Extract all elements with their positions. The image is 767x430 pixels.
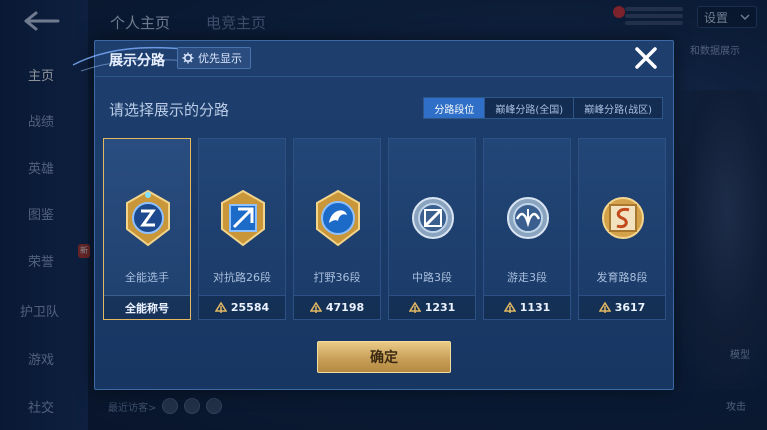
lane-cards: 全能选手 全能称号 对抗路26段 25584 打野36段 47198 中路3段 … (103, 138, 667, 320)
lane-footer-value: 1231 (424, 301, 456, 314)
lane-footer: 1231 (389, 295, 475, 319)
lane-name: 发育路8段 (596, 271, 648, 284)
lane-name: 全能选手 (125, 271, 169, 284)
rank-points-icon (503, 301, 516, 313)
gear-icon (182, 52, 194, 64)
lane-name: 打野36段 (313, 271, 361, 284)
dialog-subtitle: 请选择展示的分路 (109, 101, 230, 119)
lane-footer: 全能称号 (104, 295, 190, 319)
rank-points-icon (214, 301, 227, 313)
lane-card-roam[interactable]: 游走3段 1131 (483, 138, 571, 320)
dialog-title: 展示分路 (109, 53, 165, 69)
mid-lane-emblem-icon (412, 197, 454, 239)
lane-display-dialog: 展示分路 优先显示 请选择展示的分路 分路段位 巅峰分路(全国) 巅峰分路(战区… (72, 40, 674, 390)
rank-points-icon (598, 301, 611, 313)
lane-footer: 1131 (484, 295, 570, 319)
farm-lane-emblem-icon (602, 197, 644, 239)
lane-name: 对抗路26段 (213, 271, 271, 284)
lane-footer-value: 3617 (614, 301, 646, 314)
roam-emblem-icon (507, 197, 549, 239)
all-round-emblem-icon (126, 189, 170, 247)
lane-footer-value: 25584 (230, 301, 270, 314)
tab-peak-national[interactable]: 巅峰分路(全国) (484, 98, 573, 118)
rank-points-icon (309, 301, 322, 313)
rank-points-icon (408, 301, 421, 313)
lane-footer-value: 47198 (325, 301, 365, 314)
clash-lane-emblem-icon (221, 189, 265, 247)
tab-lane-rank[interactable]: 分路段位 (424, 98, 485, 118)
lane-card-farm[interactable]: 发育路8段 3617 (578, 138, 666, 320)
lane-name: 中路3段 (412, 271, 452, 284)
lane-footer-value: 1131 (519, 301, 551, 314)
jungle-emblem-icon (316, 189, 360, 247)
lane-footer: 3617 (579, 295, 665, 319)
priority-display-button[interactable]: 优先显示 (177, 47, 251, 69)
lane-card-jungle[interactable]: 打野36段 47198 (293, 138, 381, 320)
dialog-header: 展示分路 优先显示 (95, 41, 673, 77)
lane-footer-value: 全能称号 (125, 301, 169, 315)
lane-name: 游走3段 (507, 271, 547, 284)
confirm-button[interactable]: 确定 (317, 341, 451, 373)
lane-footer: 25584 (199, 295, 285, 319)
lane-card-mid[interactable]: 中路3段 1231 (388, 138, 476, 320)
close-icon[interactable] (633, 45, 659, 71)
priority-display-label: 优先显示 (198, 52, 242, 65)
lane-card-all-round[interactable]: 全能选手 全能称号 (103, 138, 191, 320)
lane-card-clash[interactable]: 对抗路26段 25584 (198, 138, 286, 320)
lane-footer: 47198 (294, 295, 380, 319)
tab-peak-region[interactable]: 巅峰分路(战区) (573, 98, 662, 118)
lane-tabs: 分路段位 巅峰分路(全国) 巅峰分路(战区) (423, 97, 663, 119)
